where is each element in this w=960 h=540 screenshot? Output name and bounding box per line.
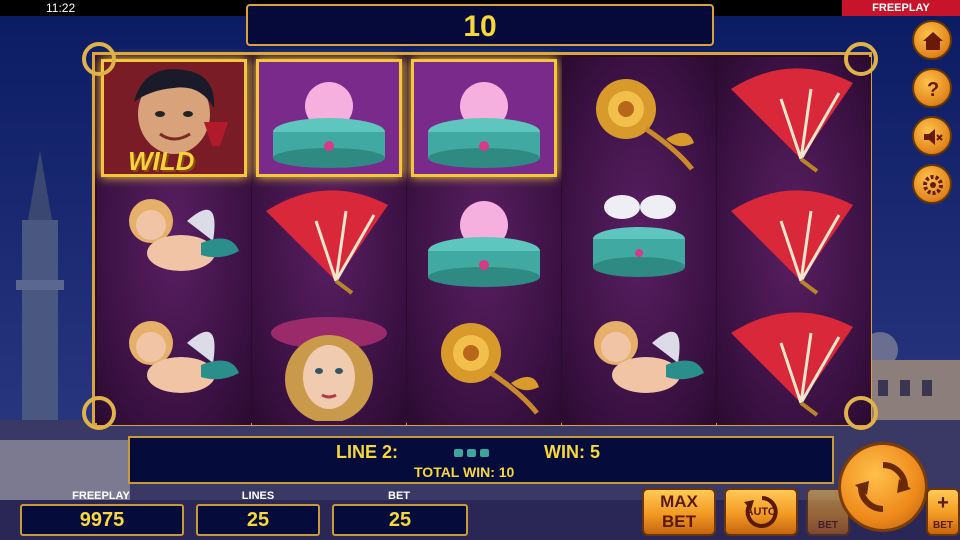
reel-frame: WILD xyxy=(92,52,872,426)
mute-icon xyxy=(924,129,943,145)
bet-label: BET xyxy=(388,490,410,502)
win-counter: 10 xyxy=(246,4,714,46)
cupid-icon xyxy=(594,321,704,393)
mute-button[interactable] xyxy=(912,116,952,156)
jewel-box-icon xyxy=(259,62,399,174)
bet-value[interactable]: 25 xyxy=(332,504,468,536)
line-symbols xyxy=(452,444,491,462)
home-icon xyxy=(923,32,943,50)
settings-icon xyxy=(923,175,943,195)
total-win: TOTAL WIN: 10 xyxy=(414,464,515,480)
symbol-fan xyxy=(256,181,402,299)
mini-symbol-icon xyxy=(467,449,476,457)
plus-icon: + xyxy=(937,492,949,514)
line-win: WIN: 5 xyxy=(544,442,600,462)
symbol-doves-box xyxy=(566,181,712,299)
freeplay-label: FREEPLAY xyxy=(72,490,130,502)
home-button[interactable] xyxy=(912,20,952,60)
symbol-rose xyxy=(411,303,557,421)
doves-box-icon xyxy=(593,195,685,277)
symbol-wild: WILD xyxy=(101,59,247,177)
rose-icon xyxy=(596,79,694,171)
fan-icon xyxy=(731,190,853,295)
reel-2 xyxy=(252,57,406,425)
rose-icon xyxy=(441,323,539,415)
spin-icon xyxy=(855,462,911,512)
mini-symbol-icon xyxy=(480,449,489,457)
symbol-jewel-box xyxy=(256,59,402,177)
svg-text:?: ? xyxy=(927,79,939,100)
symbol-fan xyxy=(721,59,867,177)
bet-minus-label: BET xyxy=(818,520,838,531)
jewel-box-icon xyxy=(428,201,540,287)
clock: 11:22 xyxy=(46,1,76,15)
symbol-cupid xyxy=(101,303,247,421)
settings-button[interactable] xyxy=(912,164,952,204)
symbol-cupid xyxy=(101,181,247,299)
symbol-lady xyxy=(256,303,402,423)
reel-1: WILD xyxy=(97,57,251,425)
max-bet-line1: MAX xyxy=(660,492,698,511)
symbol-fan xyxy=(721,181,867,299)
fan-icon xyxy=(731,312,853,417)
fan-icon xyxy=(731,68,853,173)
jewel-box-icon xyxy=(414,62,554,174)
reel-4 xyxy=(562,57,716,425)
win-info-panel: LINE 2: WIN: 5 TOTAL WIN: 10 xyxy=(128,436,834,484)
help-button[interactable]: ? xyxy=(912,68,952,108)
reel-5 xyxy=(717,57,871,425)
symbol-cupid xyxy=(566,303,712,421)
max-bet-line2: BET xyxy=(662,512,696,531)
mode-tag: FREEPLAY xyxy=(842,0,960,16)
fan-icon xyxy=(266,190,388,295)
freeplay-balance: 9975 xyxy=(20,504,184,536)
bet-plus-button[interactable]: + BET xyxy=(926,488,960,536)
cupid-icon xyxy=(129,321,239,393)
cupid-icon xyxy=(129,199,239,271)
lines-value[interactable]: 25 xyxy=(196,504,320,536)
symbol-rose xyxy=(566,59,712,177)
frame-ornament xyxy=(844,42,878,76)
bet-plus-label: BET xyxy=(933,520,953,531)
lady-icon xyxy=(271,317,387,423)
symbol-fan xyxy=(721,303,867,421)
frame-ornament xyxy=(844,396,878,430)
frame-ornament xyxy=(82,396,116,430)
auto-label: AUTO xyxy=(745,506,777,518)
help-icon: ? xyxy=(927,79,939,100)
mini-symbol-icon xyxy=(454,449,463,457)
symbol-jewel-box xyxy=(411,181,557,299)
max-bet-button[interactable]: MAX BET xyxy=(642,488,716,536)
reel-3 xyxy=(407,57,561,425)
line-label: LINE 2: xyxy=(336,442,399,462)
wild-label: WILD xyxy=(128,146,195,176)
spin-button[interactable] xyxy=(838,442,928,532)
lines-label: LINES xyxy=(241,490,275,502)
auto-button[interactable]: AUTO xyxy=(724,488,798,536)
symbol-jewel-box xyxy=(411,59,557,177)
frame-ornament xyxy=(82,42,116,76)
